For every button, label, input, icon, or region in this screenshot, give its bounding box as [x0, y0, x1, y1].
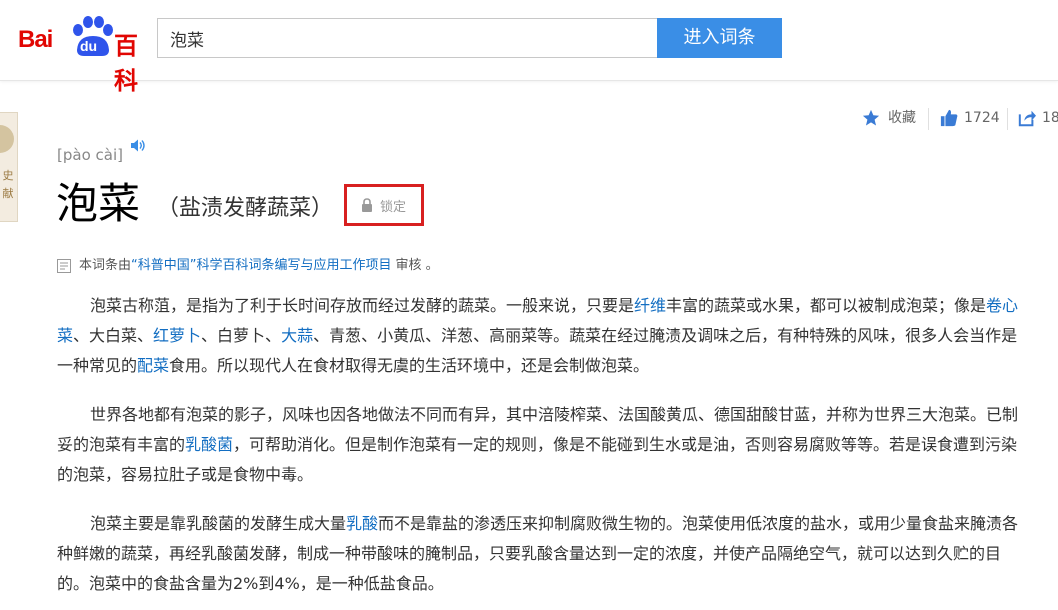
text-run: 丰富的蔬菜或水果，都可以被制成泡菜；像是: [666, 296, 987, 315]
favorite-button[interactable]: 收藏: [888, 108, 916, 128]
thumbs-up-icon[interactable]: [940, 109, 958, 127]
header: Bai du 百科 进入词条: [0, 0, 1058, 95]
text-run: 、大白菜、: [73, 326, 154, 345]
logo-du-text: du: [80, 38, 98, 54]
text-run: 食用。所以现代人在食材取得无虞的生活环境中，还是会制做泡菜。: [169, 356, 650, 375]
side-tab-label: 史 献: [2, 169, 14, 200]
logo-baike-text: 百科: [114, 32, 138, 95]
side-tab[interactable]: 史 献: [0, 112, 18, 222]
review-notice: 本词条由“科普中国”科学百科词条编写与应用工作项目 审核 。: [57, 254, 439, 273]
divider: [928, 108, 929, 130]
inline-link[interactable]: 乳酸: [346, 514, 378, 533]
medal-icon: [0, 125, 14, 153]
lock-icon: [362, 198, 372, 212]
paragraph: 泡菜古称菹，是指为了利于长时间存放而经过发酵的蔬菜。一般来说，只要是纤维丰富的蔬…: [57, 291, 1027, 381]
document-icon: [57, 258, 71, 273]
share-icon[interactable]: [1018, 109, 1036, 127]
inline-link[interactable]: 乳酸菌: [185, 435, 233, 454]
page-title: 泡菜: [56, 179, 141, 228]
lock-label: 锁定: [380, 200, 407, 215]
enter-entry-button[interactable]: 进入词条: [657, 18, 782, 58]
paragraph: 世界各地都有泡菜的影子，风味也因各地做法不同而有异，其中涪陵榨菜、法国酸黄瓜、德…: [57, 400, 1027, 490]
review-org-link[interactable]: “科普中国”科学百科词条编写与应用工作项目: [131, 258, 391, 273]
baidu-baike-logo[interactable]: Bai du 百科: [18, 14, 148, 95]
page-subtitle: （盐渍发酵蔬菜）: [157, 196, 334, 221]
speaker-icon[interactable]: [130, 138, 146, 154]
review-suffix: 审核 。: [395, 258, 439, 273]
lock-badge[interactable]: 锁定: [344, 184, 424, 226]
star-icon[interactable]: [862, 109, 880, 127]
pinyin: [pào cài]: [57, 146, 123, 164]
paragraph: 泡菜主要是靠乳酸菌的发酵生成大量乳酸而不是靠盐的渗透压来抑制腐败微生物的。泡菜使…: [57, 509, 1027, 599]
text-run: 泡菜主要是靠乳酸菌的发酵生成大量: [90, 514, 347, 533]
text-run: 、白萝卜、: [201, 326, 282, 345]
search-box: [157, 18, 662, 58]
review-prefix: 本词条由: [79, 258, 132, 273]
share-count[interactable]: 18: [1042, 108, 1058, 128]
inline-link[interactable]: 红萝卜: [153, 326, 201, 345]
like-count[interactable]: 1724: [964, 108, 1000, 128]
divider: [1007, 108, 1008, 130]
text-run: 泡菜古称菹，是指为了利于长时间存放而经过发酵的蔬菜。一般来说，只要是: [90, 296, 635, 315]
inline-link[interactable]: 大蒜: [281, 326, 313, 345]
logo-bai-text: Bai: [18, 26, 53, 53]
inline-link[interactable]: 配菜: [137, 356, 169, 375]
search-input[interactable]: [158, 19, 662, 57]
inline-link[interactable]: 纤维: [634, 296, 666, 315]
